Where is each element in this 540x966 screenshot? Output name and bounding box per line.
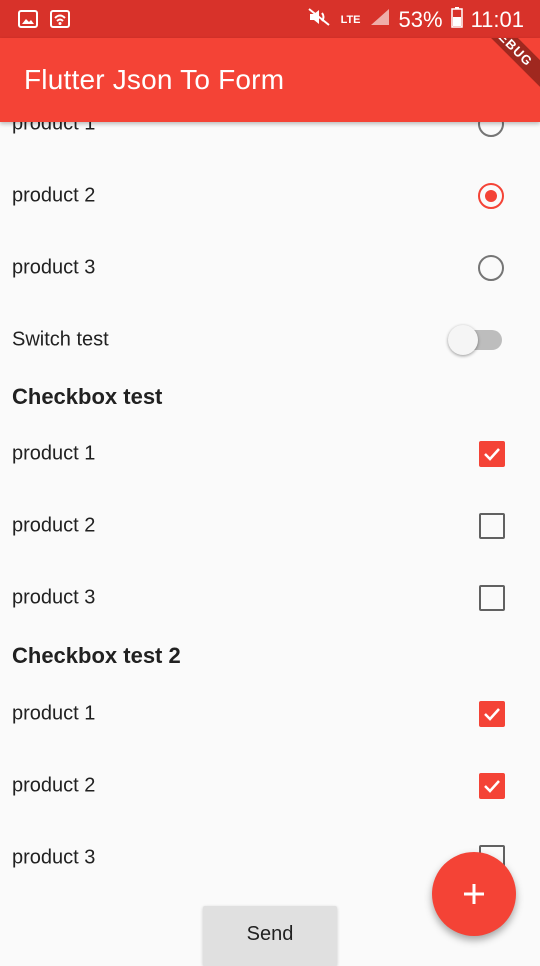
radio-label: product 3 bbox=[12, 256, 96, 279]
status-bar: LTE 53% 11:01 bbox=[0, 0, 540, 38]
checkbox-checked[interactable] bbox=[479, 773, 505, 799]
checkbox-row[interactable]: product 2 bbox=[0, 750, 540, 822]
battery-icon bbox=[450, 6, 463, 34]
signal-icon bbox=[369, 7, 391, 33]
image-notification-icon bbox=[18, 9, 38, 29]
checkbox-row[interactable]: product 1 bbox=[0, 678, 540, 750]
radio-row[interactable]: product 3 bbox=[0, 232, 540, 304]
check-icon bbox=[484, 780, 500, 793]
checkbox-row[interactable]: product 2 bbox=[0, 490, 540, 562]
radio-label: product 2 bbox=[12, 184, 96, 207]
send-button[interactable]: Send bbox=[203, 906, 337, 966]
checkbox-label: product 1 bbox=[12, 702, 96, 725]
clock: 11:01 bbox=[470, 7, 524, 32]
checkbox-label: product 3 bbox=[12, 586, 96, 609]
checkbox-label: product 2 bbox=[12, 774, 96, 797]
checkbox-unchecked[interactable] bbox=[479, 513, 505, 539]
lte-indicator: LTE bbox=[340, 14, 361, 26]
checkbox-row[interactable]: product 1 bbox=[0, 418, 540, 490]
switch-thumb[interactable] bbox=[448, 325, 478, 355]
page-title: Flutter Json To Form bbox=[24, 64, 285, 95]
radio-row[interactable]: product 2 bbox=[0, 160, 540, 232]
check-icon bbox=[484, 708, 500, 721]
section-title: Checkbox test 2 bbox=[12, 643, 181, 668]
section-title: Checkbox test bbox=[12, 384, 163, 409]
switch-row[interactable]: Switch test bbox=[0, 304, 540, 376]
checkbox-label: product 3 bbox=[12, 846, 96, 869]
mute-icon bbox=[307, 7, 333, 33]
switch-label: Switch test bbox=[12, 328, 109, 351]
debug-banner: DEBUG bbox=[462, 38, 540, 95]
checkbox-label: product 2 bbox=[12, 514, 96, 537]
wifi-notification-icon bbox=[50, 9, 70, 29]
checkbox-label: product 1 bbox=[12, 442, 96, 465]
checkbox-checked[interactable] bbox=[479, 441, 505, 467]
check-icon bbox=[484, 448, 500, 461]
checkbox-checked[interactable] bbox=[479, 701, 505, 727]
checkbox-row[interactable]: product 3 bbox=[0, 562, 540, 634]
add-fab-button[interactable] bbox=[432, 852, 516, 936]
app-bar: Flutter Json To Form DEBUG bbox=[0, 38, 540, 122]
radio-button[interactable] bbox=[478, 255, 504, 281]
checkbox-unchecked[interactable] bbox=[479, 585, 505, 611]
plus-icon bbox=[464, 884, 484, 904]
radio-button-selected[interactable] bbox=[478, 183, 504, 209]
battery-percent: 53% bbox=[398, 7, 443, 32]
